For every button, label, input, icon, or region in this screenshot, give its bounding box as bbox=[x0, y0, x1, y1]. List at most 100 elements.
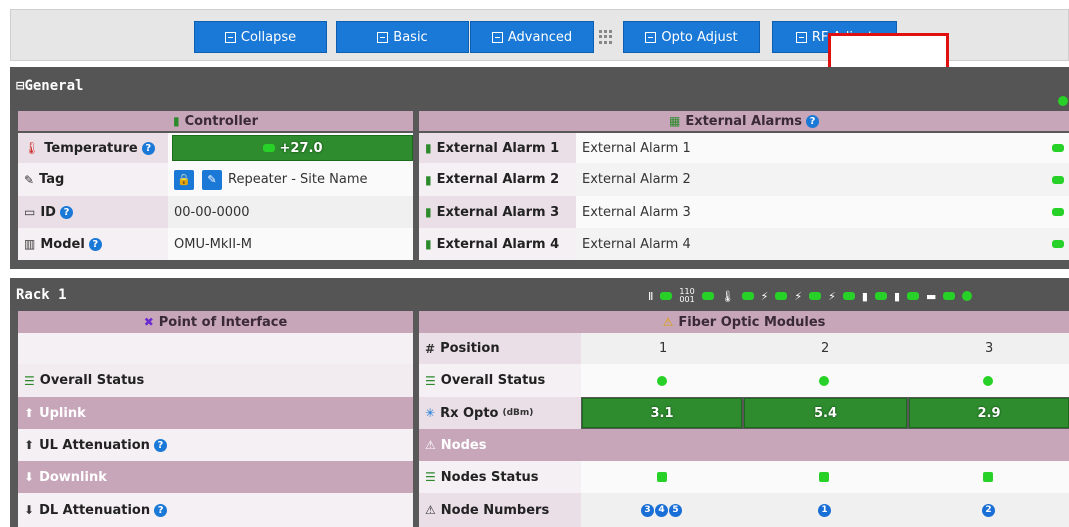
alarm-4-label-cell: ▮ External Alarm 4 bbox=[419, 228, 576, 260]
poi-uplink-row[interactable]: ⬆ Uplink bbox=[18, 397, 413, 429]
alarm-1-label-cell: ▮ External Alarm 1 bbox=[419, 133, 576, 163]
node-number-badge[interactable]: 2 bbox=[982, 503, 995, 517]
fom-3-rx-opto-value: 2.9 bbox=[977, 405, 1001, 421]
general-status-dot bbox=[1058, 96, 1068, 106]
help-icon[interactable]: ? bbox=[141, 141, 155, 155]
alarm-4-label: External Alarm 4 bbox=[436, 236, 560, 252]
advanced-button[interactable]: Advanced bbox=[470, 21, 594, 53]
id-card-icon: ▭ bbox=[24, 205, 36, 219]
alarm-3-value-cell: External Alarm 3 bbox=[576, 196, 1069, 228]
alarm-4-status bbox=[1052, 240, 1064, 248]
collapse-label: Collapse bbox=[240, 29, 297, 45]
temperature-label-cell: 🌡 Temperature ? bbox=[18, 133, 168, 163]
alarm-1-status bbox=[1052, 144, 1064, 152]
fom-rx-opto-unit: (dBm) bbox=[502, 408, 534, 418]
plug-icon: ⚡ bbox=[760, 289, 769, 303]
node-number-badge[interactable]: 5 bbox=[669, 503, 682, 517]
fom-2-status-dot bbox=[819, 375, 829, 386]
rack-status-icons: Ⅱ 110 001 🌡 ⚡ ⚡ ⚡ ▮ ▮ ▬ bbox=[648, 287, 973, 304]
grip-icon[interactable] bbox=[599, 30, 613, 44]
module-icon: ▮ bbox=[861, 289, 868, 303]
adjust-icon bbox=[645, 31, 657, 43]
poi-downlink-row[interactable]: ⬇ Downlink bbox=[18, 461, 413, 493]
alarm-icon: ▮ bbox=[425, 141, 432, 155]
tag-label-cell: ✎ Tag bbox=[18, 163, 168, 196]
poi-uplink-label: Uplink bbox=[39, 405, 86, 421]
status-list-icon: ☰ bbox=[425, 470, 436, 484]
poi-header: ✖ Point of Interface bbox=[18, 311, 413, 333]
help-icon[interactable]: ? bbox=[153, 438, 167, 452]
alarms-icon: ▦ bbox=[668, 114, 681, 128]
help-icon[interactable]: ? bbox=[806, 114, 820, 128]
thermometer-icon: 🌡 bbox=[720, 289, 735, 303]
up-arrow-icon: ⬆ bbox=[24, 438, 35, 452]
fom-rx-opto-label: Rx Opto bbox=[440, 405, 499, 421]
general-section-header[interactable]: ⊟General bbox=[10, 67, 1069, 111]
basic-label: Basic bbox=[393, 29, 428, 45]
model-value-cell: OMU-MkII-M bbox=[168, 228, 413, 260]
poi-row-empty bbox=[18, 333, 413, 364]
binary-status bbox=[701, 292, 714, 300]
opto-adjust-button[interactable]: Opto Adjust bbox=[623, 21, 760, 53]
alarm-3-value: External Alarm 3 bbox=[582, 204, 691, 220]
temp-status bbox=[741, 292, 754, 300]
alarm-2-label: External Alarm 2 bbox=[436, 172, 560, 187]
basic-button[interactable]: Basic bbox=[336, 21, 469, 53]
fom-3-node-status bbox=[983, 472, 993, 482]
temperature-value: +27.0 bbox=[279, 140, 323, 156]
id-label-cell: ▭ ID ? bbox=[18, 196, 168, 228]
cable-status bbox=[943, 292, 956, 300]
general-title: General bbox=[24, 78, 84, 94]
model-icon: ▥ bbox=[24, 237, 36, 251]
alarm-icon: ▮ bbox=[425, 205, 432, 219]
model-value: OMU-MkII-M bbox=[174, 236, 252, 252]
edit-icon[interactable]: ✎ bbox=[202, 169, 222, 190]
poi-dl-attenuation-row: ⬇ DL Attenuation ? bbox=[18, 493, 413, 527]
poi-ul-attenuation-row: ⬆ UL Attenuation ? bbox=[18, 429, 413, 461]
network-icon: ⚠ bbox=[425, 438, 436, 452]
fom-position-2: 2 bbox=[821, 341, 830, 356]
fom-rx-opto-label-cell: ✳ Rx Opto (dBm) bbox=[419, 397, 581, 429]
poi-dl-attenuation-label: DL Attenuation bbox=[39, 502, 151, 518]
fom-position-3: 3 bbox=[985, 341, 994, 356]
controller-header-label: Controller bbox=[184, 113, 259, 129]
rack-icon: Ⅱ bbox=[648, 289, 654, 303]
help-icon[interactable]: ? bbox=[154, 503, 168, 517]
hash-icon: # bbox=[425, 341, 436, 356]
poi-overall-status-label: Overall Status bbox=[39, 373, 145, 388]
id-value: 00-00-0000 bbox=[174, 204, 250, 220]
fom-nodes-row[interactable]: ⚠ Nodes bbox=[419, 429, 1069, 461]
fom-header-label: Fiber Optic Modules bbox=[678, 314, 826, 330]
model-label: Model bbox=[40, 236, 85, 252]
fom-2-rx-opto-value: 5.4 bbox=[813, 405, 838, 421]
id-label: ID bbox=[40, 204, 56, 220]
advanced-label: Advanced bbox=[507, 29, 573, 45]
pencil-icon: ✎ bbox=[24, 172, 35, 187]
cable-icon: ▬ bbox=[926, 289, 937, 303]
status-list-icon: ☰ bbox=[425, 373, 436, 388]
help-icon[interactable]: ? bbox=[59, 205, 73, 219]
collapse-icon bbox=[224, 31, 236, 43]
temperature-bar: +27.0 bbox=[172, 135, 413, 161]
lock-icon[interactable]: 🔒 bbox=[174, 169, 194, 190]
down-arrow-icon: ⬇ bbox=[24, 470, 35, 484]
temperature-status-indicator bbox=[262, 144, 275, 152]
fom-3-rx-opto: 2.9 bbox=[909, 398, 1069, 428]
node-number-badge[interactable]: 3 bbox=[641, 503, 654, 517]
node-number-badge[interactable]: 1 bbox=[818, 503, 831, 517]
fom-overall-status-label: Overall Status bbox=[440, 373, 546, 388]
laser-icon: ✳ bbox=[425, 406, 436, 420]
node-number-badge[interactable]: 4 bbox=[655, 503, 668, 517]
alarm-2-value: External Alarm 2 bbox=[582, 172, 691, 187]
alarm-4-value-cell: External Alarm 4 bbox=[576, 228, 1069, 260]
fom-header: ⚠ Fiber Optic Modules bbox=[419, 311, 1069, 333]
fom-1-node-status bbox=[657, 472, 667, 482]
collapse-button[interactable]: Collapse bbox=[194, 21, 327, 53]
alarm-icon: ▮ bbox=[425, 172, 432, 187]
app-root: Collapse Basic Advanced Opto Adjust RF A… bbox=[0, 0, 1069, 527]
help-icon[interactable]: ? bbox=[88, 237, 102, 251]
alarm-1-value: External Alarm 1 bbox=[582, 140, 691, 156]
fom-node-numbers-values: 3 4 5 1 2 bbox=[581, 493, 1069, 527]
alarm-2-value-cell: External Alarm 2 bbox=[576, 163, 1069, 196]
binary-icon: 110 001 bbox=[679, 287, 695, 304]
